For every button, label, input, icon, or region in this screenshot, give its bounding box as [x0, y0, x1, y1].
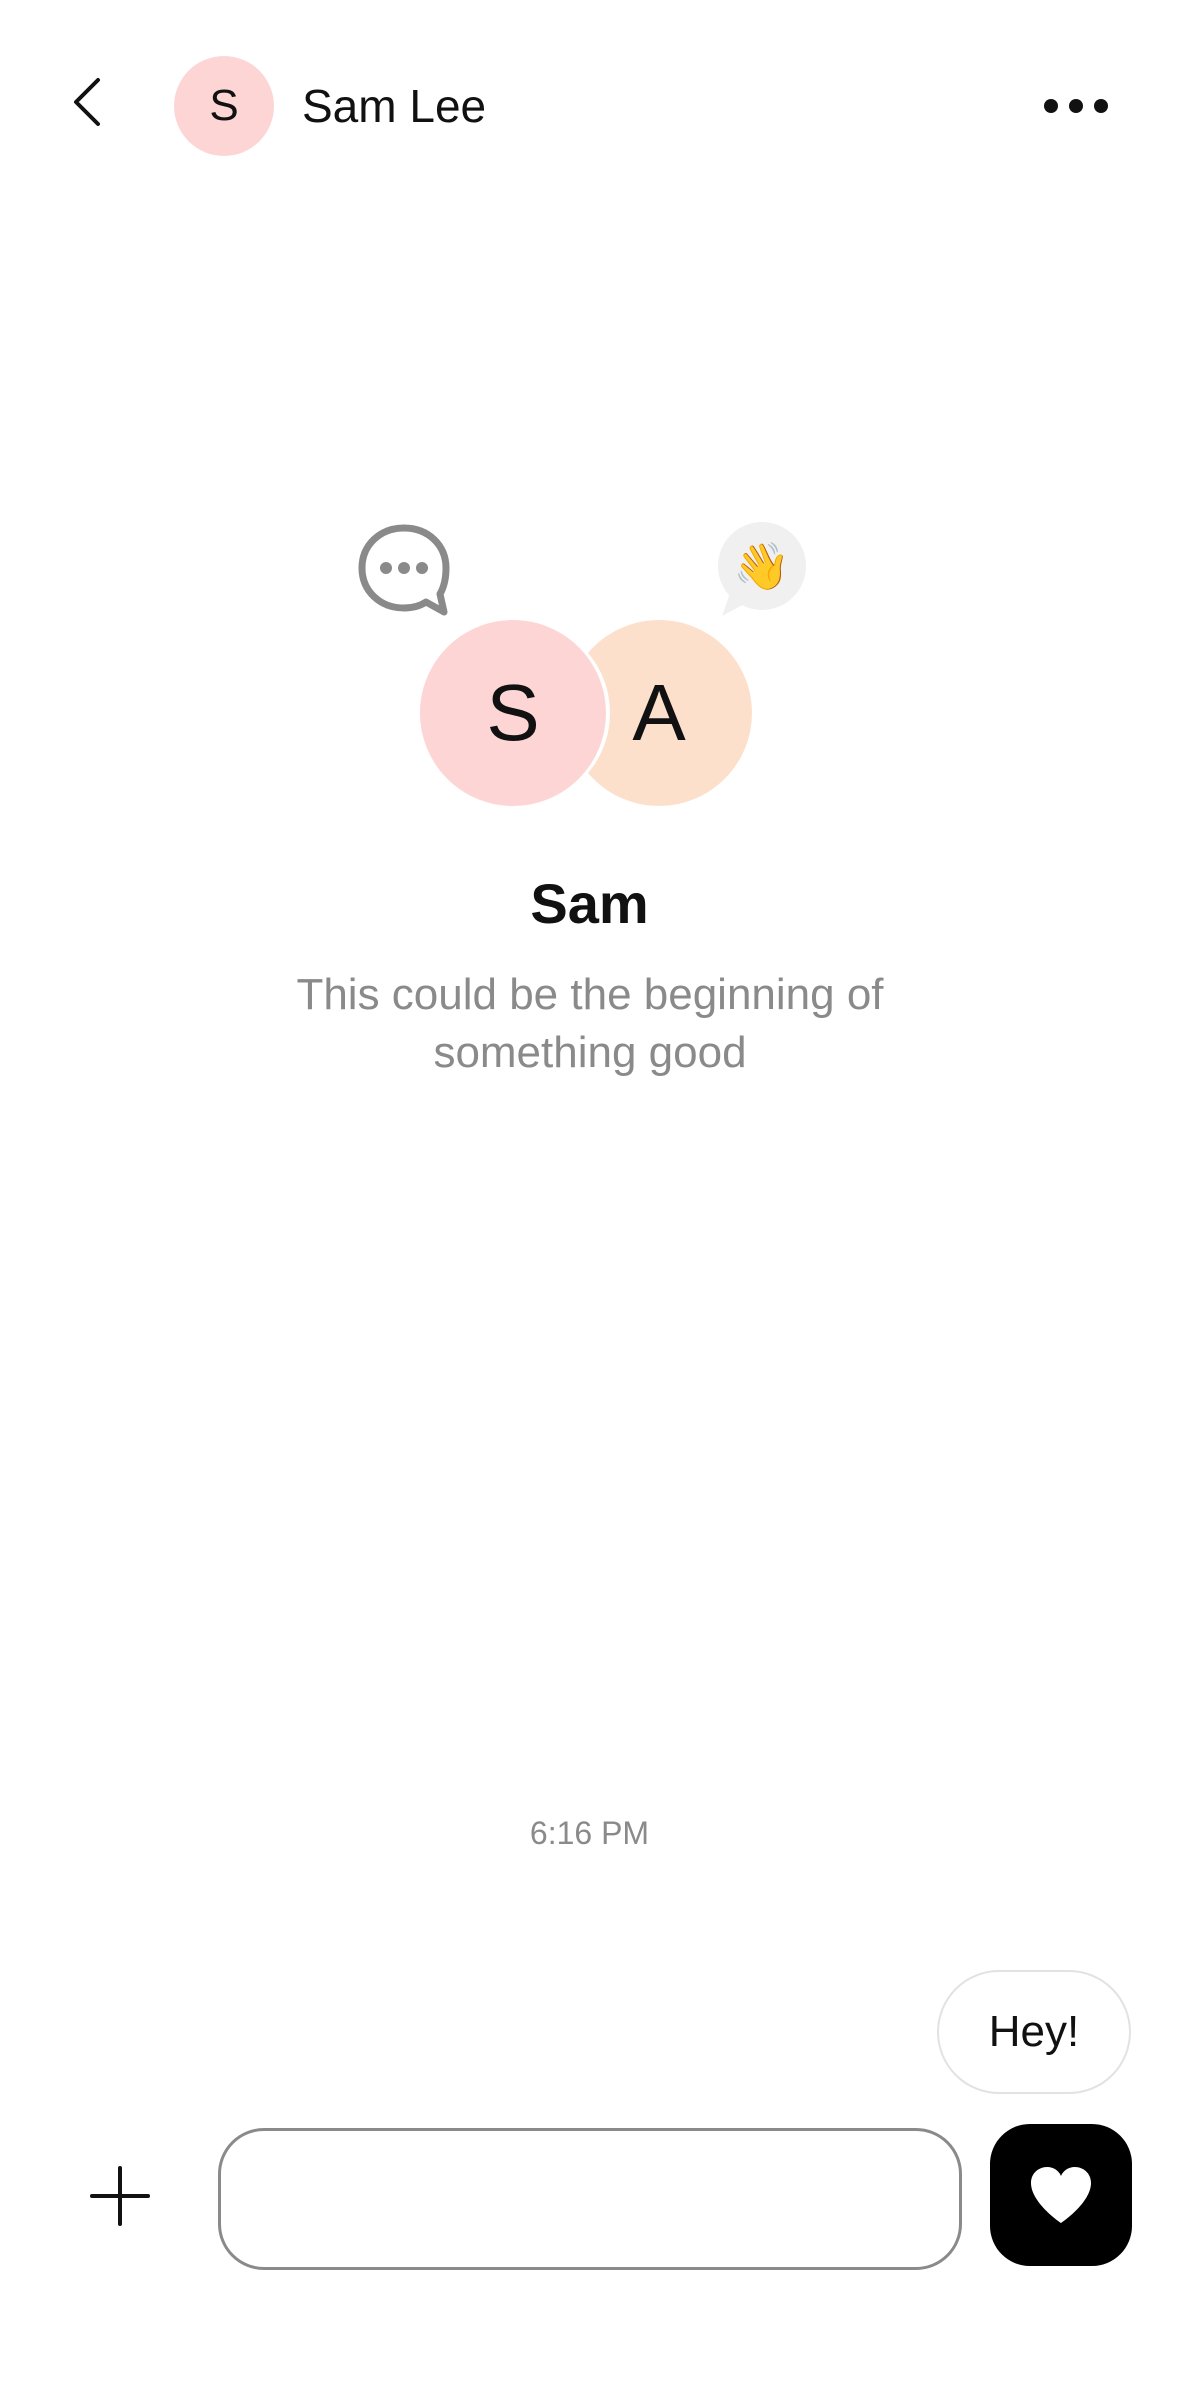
chevron-left-icon: [74, 78, 100, 126]
contact-avatar[interactable]: S: [174, 56, 274, 156]
message-input[interactable]: [218, 2128, 962, 2270]
contact-avatar-large: S: [420, 620, 606, 806]
like-button[interactable]: [990, 2124, 1132, 2266]
message-timestamp: 6:16 PM: [529, 1815, 650, 1851]
more-options-button[interactable]: [1036, 74, 1116, 138]
contact-avatar-initial: S: [209, 81, 239, 130]
chat-bubble-icon: [358, 524, 450, 616]
contact-avatar-large-initial: S: [486, 668, 540, 757]
intro-contact-name: Sam: [530, 872, 649, 935]
heart-icon: [1031, 2167, 1091, 2223]
conversation-intro: 👋 A S Sam This could be the beginning of…: [0, 500, 1179, 1100]
more-horizontal-icon: [1044, 99, 1108, 113]
back-button[interactable]: [56, 70, 120, 134]
wave-bubble: 👋: [718, 522, 818, 622]
intro-subtitle: This could be the beginning of something…: [296, 970, 884, 1077]
add-attachment-button[interactable]: [84, 2160, 156, 2232]
contact-name[interactable]: Sam Lee: [302, 76, 486, 136]
chat-header: S Sam Lee: [0, 0, 1179, 200]
chat-screen: S Sam Lee 👋 A S Sam This could be the be…: [0, 0, 1179, 2396]
sent-message-bubble[interactable]: Hey!: [937, 1970, 1131, 2094]
message-text: Hey!: [988, 2007, 1080, 2056]
my-avatar-initial: A: [632, 668, 686, 757]
wave-emoji: 👋: [733, 540, 791, 592]
plus-icon: [90, 2166, 150, 2226]
